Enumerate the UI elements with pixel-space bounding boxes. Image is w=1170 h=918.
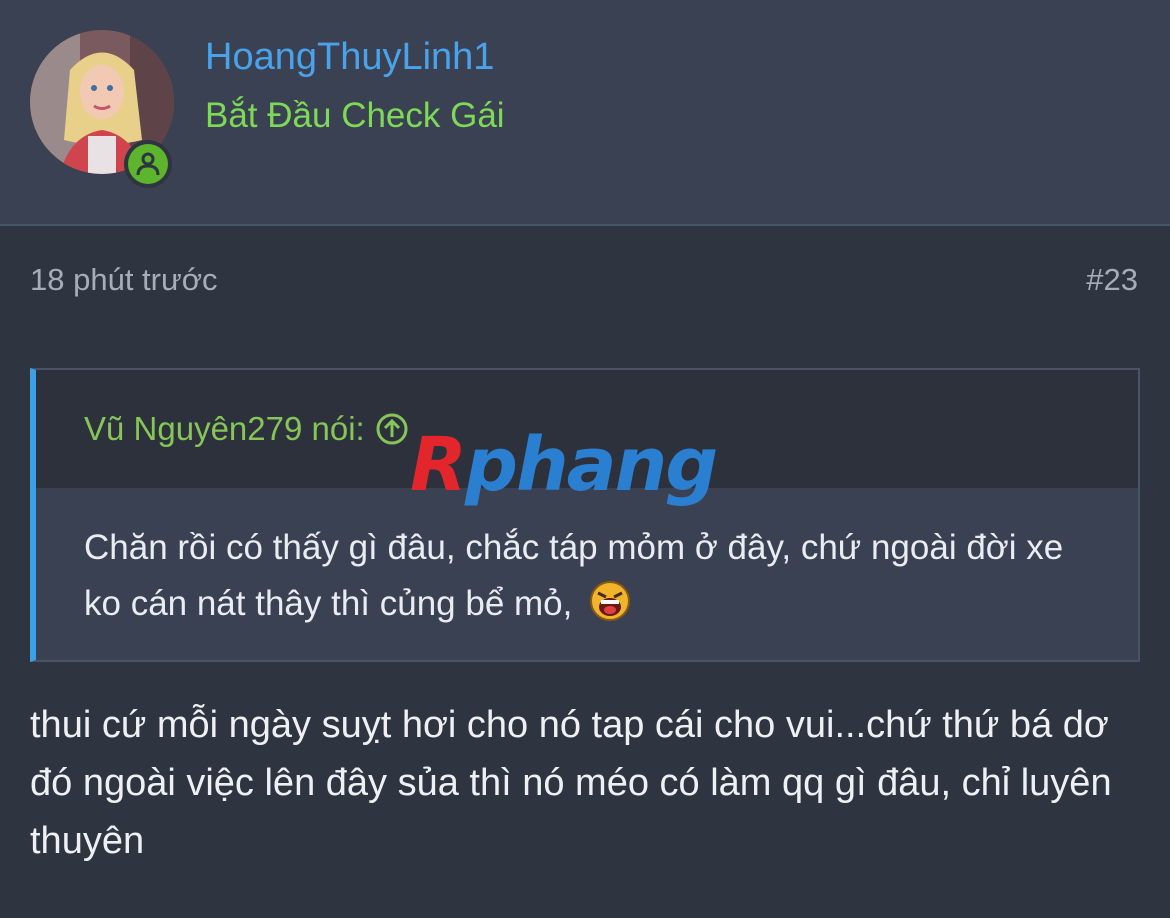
quote-author-text: Vũ Nguyên279 nói: bbox=[84, 410, 365, 447]
quote-text: Chăn rồi có thấy gì đâu, chắc táp mỏm ở … bbox=[84, 528, 1064, 623]
jump-to-quote-icon[interactable] bbox=[375, 412, 409, 446]
quote-content: Chăn rồi có thấy gì đâu, chắc táp mỏm ở … bbox=[84, 520, 1094, 632]
quote-block: Vũ Nguyên279 nói: Chăn rồi có thấy gì đâ… bbox=[30, 368, 1140, 662]
quote-author-line[interactable]: Vũ Nguyên279 nói: bbox=[84, 410, 409, 448]
user-title: Bắt Đầu Check Gái bbox=[205, 96, 505, 135]
site-watermark: Rphang bbox=[410, 420, 770, 510]
user-header: HoangThuyLinh1 Bắt Đầu Check Gái bbox=[0, 0, 1170, 226]
post-timestamp[interactable]: 18 phút trước bbox=[30, 262, 218, 298]
laughing-emoji-icon bbox=[588, 579, 632, 623]
post-body: thui cứ mỗi ngày suỵt hơi cho nó tap cái… bbox=[30, 704, 1112, 862]
avatar-container[interactable] bbox=[30, 30, 174, 188]
online-user-icon bbox=[128, 144, 168, 184]
watermark-letter: R bbox=[410, 422, 467, 508]
username-link[interactable]: HoangThuyLinh1 bbox=[205, 36, 494, 79]
watermark-word: phang bbox=[464, 422, 718, 508]
online-status-badge bbox=[124, 140, 172, 188]
post-number-link[interactable]: #23 bbox=[1086, 262, 1138, 298]
